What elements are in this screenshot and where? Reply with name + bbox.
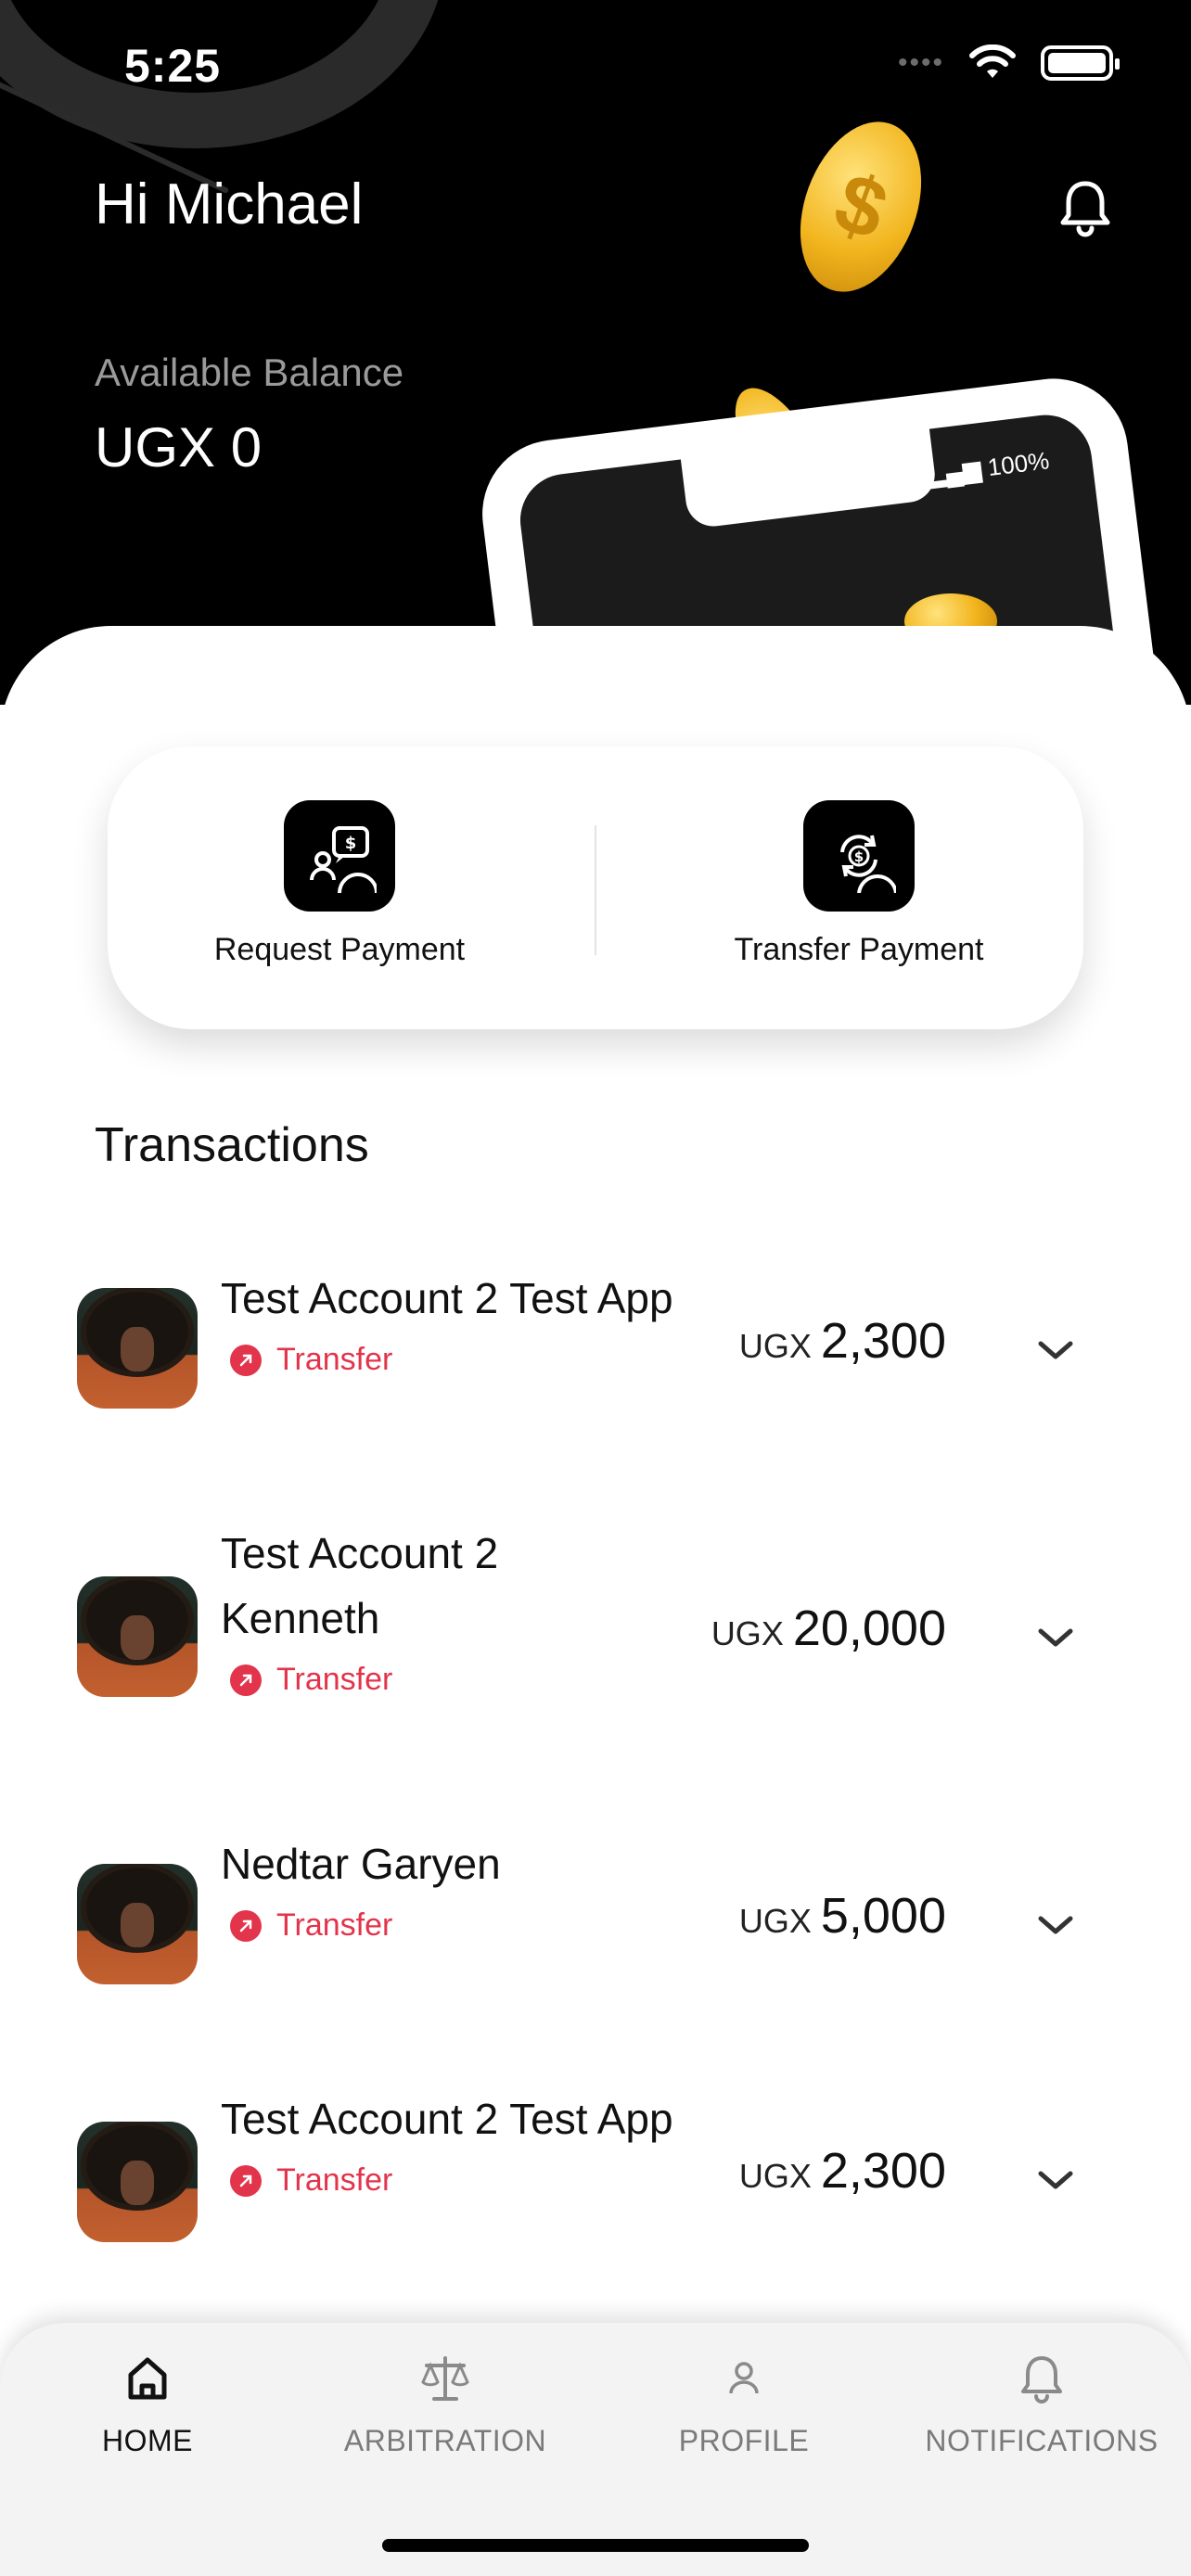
transaction-name: Test Account 2 Test App <box>221 1274 673 1322</box>
battery-icon <box>1041 45 1120 81</box>
status-time: 5:25 <box>124 40 222 92</box>
signal-icon: ▂▄▆ <box>925 454 983 490</box>
coin-illustration: $ <box>778 105 943 309</box>
transfer-payment-icon: $ <box>803 800 915 912</box>
request-payment-icon: $ <box>284 800 395 912</box>
status-icons: •••• <box>897 45 1120 82</box>
avatar <box>77 1576 198 1697</box>
bell-icon <box>1021 2356 1062 2404</box>
transfer-payment-button[interactable]: $ Transfer Payment <box>655 800 1063 968</box>
transaction-value: 2,300 <box>820 2143 946 2199</box>
svg-text:$: $ <box>854 848 864 865</box>
transaction-currency: UGX <box>711 1614 784 1652</box>
tab-home-label: HOME <box>102 2424 193 2457</box>
transaction-amount: UGX 5,000 <box>739 1887 946 1945</box>
avatar <box>77 1864 198 1984</box>
wifi-icon <box>969 45 1016 78</box>
home-indicator <box>382 2539 809 2552</box>
cellular-signal-icon: •••• <box>897 47 944 78</box>
quick-actions-card: $ Request Payment $ Transfer Payment <box>108 746 1083 1029</box>
phone-illustration-status: ▂▄▆ 100% <box>925 446 1051 490</box>
transaction-type: Transfer <box>230 2162 392 2199</box>
transaction-amount: UGX 2,300 <box>739 1312 946 1370</box>
transaction-value: 5,000 <box>820 1888 946 1944</box>
transfer-payment-label: Transfer Payment <box>734 932 984 967</box>
tab-notifications-label: NOTIFICATIONS <box>925 2424 1159 2457</box>
tab-home[interactable]: HOME <box>8 2351 287 2458</box>
tab-arbitration[interactable]: ARBITRATION <box>306 2351 584 2458</box>
transaction-row[interactable]: Test Account 2 Test App Transfer UGX 2,3… <box>0 2077 1191 2281</box>
outgoing-arrow-icon <box>230 1664 262 1696</box>
transaction-name: Test Account 2 Test App <box>221 2095 673 2143</box>
transaction-type-label: Transfer <box>276 1907 393 1943</box>
outgoing-arrow-icon <box>230 2164 262 2197</box>
transaction-row[interactable]: Test Account 2 Kenneth Transfer UGX 20,0… <box>0 1529 1191 1739</box>
chevron-down-icon[interactable] <box>1035 1624 1076 1651</box>
transaction-row[interactable]: Nedtar Garyen Transfer UGX 5,000 <box>0 1822 1191 2026</box>
actions-divider <box>595 825 596 955</box>
balance-label: Available Balance <box>95 351 404 394</box>
balance-value: UGX 0 <box>95 416 263 478</box>
tab-profile-label: PROFILE <box>678 2424 810 2457</box>
scales-icon <box>421 2356 469 2401</box>
outgoing-arrow-icon <box>230 1344 262 1376</box>
transaction-currency: UGX <box>738 1327 812 1365</box>
chevron-down-icon[interactable] <box>1035 1911 1076 1939</box>
transactions-title: Transactions <box>95 1118 369 1172</box>
request-payment-button[interactable]: $ Request Payment <box>135 800 544 968</box>
transaction-value: 20,000 <box>792 1600 946 1656</box>
request-payment-label: Request Payment <box>213 932 466 967</box>
person-icon <box>729 2362 759 2394</box>
avatar <box>77 2122 198 2242</box>
tab-notifications[interactable]: NOTIFICATIONS <box>903 2351 1181 2458</box>
avatar <box>77 1288 198 1409</box>
tab-arbitration-label: ARBITRATION <box>343 2424 547 2457</box>
transaction-amount: UGX 2,300 <box>739 2142 946 2200</box>
transaction-type-label: Transfer <box>276 1342 393 1377</box>
notification-bell-icon[interactable] <box>1057 178 1113 237</box>
transaction-currency: UGX <box>738 1902 812 1940</box>
transaction-type: Transfer <box>230 1342 392 1378</box>
outgoing-arrow-icon <box>230 1909 262 1942</box>
transaction-name: Test Account 2 <box>221 1529 499 1577</box>
transaction-type-label: Transfer <box>276 2162 393 2198</box>
home-icon <box>128 2357 167 2400</box>
header-hero: $ ▂▄▆ 100% 5:25 •••• Hi Michael Availabl… <box>0 0 1191 705</box>
transaction-currency: UGX <box>738 2157 812 2195</box>
chevron-down-icon[interactable] <box>1035 2166 1076 2194</box>
phone-illustration-notch <box>680 425 939 529</box>
chevron-down-icon[interactable] <box>1035 1336 1076 1364</box>
tab-profile[interactable]: PROFILE <box>605 2351 883 2458</box>
transaction-name-line2: Kenneth <box>221 1594 380 1642</box>
transaction-type: Transfer <box>230 1907 392 1944</box>
transaction-amount: UGX 20,000 <box>711 1600 946 1657</box>
transaction-type: Transfer <box>230 1662 392 1698</box>
background-swirl <box>0 0 445 148</box>
transaction-name: Nedtar Garyen <box>221 1840 501 1888</box>
transaction-row[interactable]: Test Account 2 Test App Transfer UGX 2,3… <box>0 1247 1191 1451</box>
svg-text:$: $ <box>345 834 357 853</box>
greeting: Hi Michael <box>95 172 364 236</box>
transaction-type-label: Transfer <box>276 1662 393 1697</box>
transaction-value: 2,300 <box>820 1313 946 1369</box>
